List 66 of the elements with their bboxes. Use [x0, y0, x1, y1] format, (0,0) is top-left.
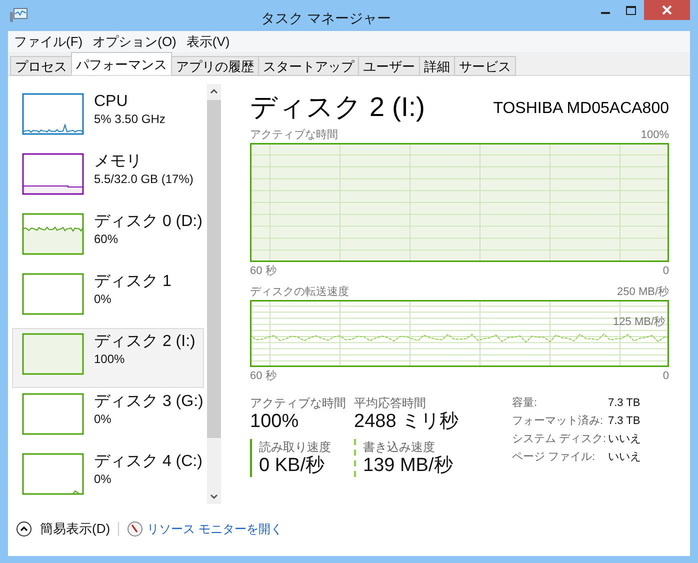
disk-title: ディスク 2 (I:)	[250, 91, 426, 124]
window-title: タスク マネージャー	[260, 9, 391, 28]
chart-label: ディスクの転送速度	[250, 285, 349, 299]
sidebar-item[interactable]: CPU 5% 3.50 GHz	[12, 88, 204, 148]
close-icon[interactable]	[644, 0, 690, 20]
item-name: ディスク 1	[94, 272, 172, 292]
item-name: CPU	[94, 92, 129, 112]
axis-label: 60 秒	[250, 264, 276, 278]
chart-max-label: 250 MB/秒	[617, 285, 669, 299]
axis-label: 60 秒	[250, 369, 276, 383]
app-icon	[10, 8, 28, 22]
item-name: ディスク 2 (I:)	[94, 332, 196, 352]
stat-value: 100%	[250, 411, 300, 433]
chart-mid-label: 125 MB/秒	[613, 315, 665, 329]
sidebar-item[interactable]: メモリ 5.5/32.0 GB (17%)	[12, 148, 204, 208]
stat-value: 0 KB/秒	[259, 455, 326, 477]
property-value: いいえ	[608, 450, 641, 465]
property-label: システム ディスク:	[512, 432, 608, 447]
menu-item[interactable]: 表示(V)	[182, 32, 234, 52]
property-label: フォーマット済み:	[512, 414, 604, 429]
item-name: ディスク 4 (C:)	[94, 452, 202, 472]
item-detail: 5.5/32.0 GB (17%)	[94, 172, 194, 187]
tab[interactable]: ユーザー	[358, 56, 420, 76]
property-value: 7.3 TB	[608, 396, 641, 411]
sidebar-item[interactable]: ディスク 1 0%	[12, 268, 204, 328]
axis-label: 0	[662, 264, 669, 278]
stat-label: 平均応答時間	[354, 395, 427, 411]
chart-label: アクティブな時間	[250, 128, 338, 142]
stat-label: 読み取り速度	[259, 439, 332, 455]
item-name: メモリ	[94, 152, 143, 172]
tab[interactable]: プロセス	[10, 56, 72, 76]
sidebar-item[interactable]: ディスク 0 (D:) 60%	[12, 208, 204, 268]
item-detail: 5% 3.50 GHz	[94, 112, 166, 127]
chart-max-label: 100%	[640, 128, 669, 142]
disk-model: TOSHIBA MD05ACA800	[493, 99, 669, 119]
property-label: 容量:	[512, 396, 538, 411]
item-detail: 0%	[94, 292, 112, 307]
sidebar-item[interactable]: ディスク 4 (C:) 0%	[12, 448, 204, 508]
tab[interactable]: サービス	[454, 56, 516, 76]
stat-value: 2488 ミリ秒	[354, 411, 460, 433]
menu-item[interactable]: ファイル(F)	[10, 32, 87, 52]
property-value: 7.3 TB	[608, 414, 641, 429]
scrollbar[interactable]	[207, 84, 222, 504]
stat-label: 書き込み速度	[363, 439, 436, 455]
item-detail: 60%	[94, 232, 120, 247]
chevron-up-icon	[16, 521, 32, 537]
item-detail: 0%	[94, 472, 112, 487]
menu-item[interactable]: オプション(O)	[88, 32, 180, 52]
item-name: ディスク 0 (D:)	[94, 212, 202, 232]
sidebar-item[interactable]: ディスク 2 (I:) 100%	[12, 328, 204, 388]
stat-value: 139 MB/秒	[363, 455, 454, 477]
tab[interactable]: パフォーマンス	[71, 52, 172, 75]
resource-monitor-link[interactable]: リソース モニターを開く	[127, 520, 282, 538]
stat-label: アクティブな時間	[250, 395, 347, 411]
axis-label: 0	[662, 369, 669, 383]
gauge-icon	[127, 521, 144, 537]
tab[interactable]: 詳細	[419, 56, 455, 76]
tab[interactable]: スタートアップ	[258, 56, 359, 76]
sidebar-item[interactable]: ディスク 3 (G:) 0%	[12, 388, 204, 448]
item-detail: 0%	[94, 412, 112, 427]
fewer-details-button[interactable]: 簡易表示(D)	[16, 519, 110, 539]
tab[interactable]: アプリの履歴	[171, 56, 259, 76]
property-label: ページ ファイル:	[512, 450, 596, 465]
item-name: ディスク 3 (G:)	[94, 392, 204, 412]
item-detail: 100%	[94, 352, 126, 367]
property-value: いいえ	[608, 432, 641, 447]
